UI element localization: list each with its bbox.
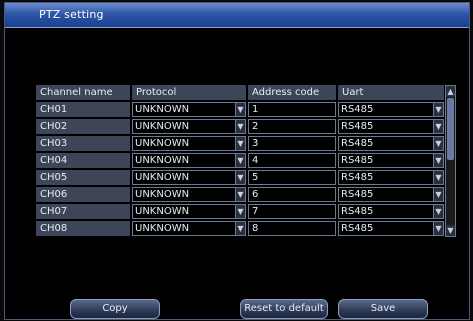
header-address-code: Address code <box>248 85 336 100</box>
protocol-select[interactable]: UNKNOWN ▼ <box>132 221 246 236</box>
scroll-thumb[interactable] <box>447 98 454 160</box>
table-row: CH03 UNKNOWN ▼ 3 RS485 ▼ <box>36 136 456 153</box>
chevron-down-icon[interactable]: ▼ <box>235 221 246 236</box>
uart-value: RS485 <box>341 121 374 132</box>
protocol-select[interactable]: UNKNOWN ▼ <box>132 119 246 134</box>
uart-select[interactable]: RS485 ▼ <box>338 170 444 185</box>
header-channel-name: Channel name <box>36 85 130 100</box>
chevron-down-icon[interactable]: ▼ <box>433 136 444 151</box>
protocol-select[interactable]: UNKNOWN ▼ <box>132 102 246 117</box>
channel-name-cell: CH04 <box>36 153 130 168</box>
uart-value: RS485 <box>341 172 374 183</box>
chevron-down-icon[interactable]: ▼ <box>235 102 246 117</box>
channel-name-cell: CH01 <box>36 102 130 117</box>
address-code-input[interactable]: 6 <box>248 187 336 202</box>
protocol-value: UNKNOWN <box>135 121 190 132</box>
protocol-select[interactable]: UNKNOWN ▼ <box>132 204 246 219</box>
chevron-down-icon[interactable]: ▼ <box>433 119 444 134</box>
uart-value: RS485 <box>341 223 374 234</box>
reset-to-default-button[interactable]: Reset to default <box>240 299 328 319</box>
channel-name-cell: CH08 <box>36 221 130 236</box>
table-row: CH07 UNKNOWN ▼ 7 RS485 ▼ <box>36 204 456 221</box>
address-code-input[interactable]: 3 <box>248 136 336 151</box>
table-scrollbar[interactable]: ▲ ▼ <box>445 85 456 237</box>
chevron-down-icon[interactable]: ▼ <box>433 221 444 236</box>
chevron-down-icon[interactable]: ▼ <box>433 204 444 219</box>
channel-name-cell: CH07 <box>36 204 130 219</box>
channel-name-cell: CH03 <box>36 136 130 151</box>
uart-value: RS485 <box>341 104 374 115</box>
chevron-down-icon[interactable]: ▼ <box>235 119 246 134</box>
uart-value: RS485 <box>341 189 374 200</box>
header-protocol: Protocol <box>132 85 246 100</box>
uart-select[interactable]: RS485 ▼ <box>338 119 444 134</box>
protocol-value: UNKNOWN <box>135 223 190 234</box>
protocol-value: UNKNOWN <box>135 138 190 149</box>
save-button[interactable]: Save <box>338 299 428 319</box>
protocol-value: UNKNOWN <box>135 172 190 183</box>
uart-select[interactable]: RS485 ▼ <box>338 221 444 236</box>
scroll-up-icon[interactable]: ▲ <box>446 86 455 97</box>
chevron-down-icon[interactable]: ▼ <box>433 187 444 202</box>
protocol-value: UNKNOWN <box>135 206 190 217</box>
channel-name-cell: CH05 <box>36 170 130 185</box>
uart-select[interactable]: RS485 ▼ <box>338 102 444 117</box>
table-row: CH01 UNKNOWN ▼ 1 RS485 ▼ <box>36 102 456 119</box>
uart-select[interactable]: RS485 ▼ <box>338 153 444 168</box>
chevron-down-icon[interactable]: ▼ <box>433 170 444 185</box>
chevron-down-icon[interactable]: ▼ <box>235 204 246 219</box>
uart-value: RS485 <box>341 155 374 166</box>
uart-select[interactable]: RS485 ▼ <box>338 204 444 219</box>
protocol-select[interactable]: UNKNOWN ▼ <box>132 170 246 185</box>
protocol-value: UNKNOWN <box>135 155 190 166</box>
chevron-down-icon[interactable]: ▼ <box>433 153 444 168</box>
protocol-select[interactable]: UNKNOWN ▼ <box>132 136 246 151</box>
title-bar: PTZ setting <box>5 3 469 28</box>
chevron-down-icon[interactable]: ▼ <box>235 187 246 202</box>
chevron-down-icon[interactable]: ▼ <box>235 153 246 168</box>
address-code-input[interactable]: 7 <box>248 204 336 219</box>
header-uart: Uart <box>338 85 444 100</box>
address-code-input[interactable]: 1 <box>248 102 336 117</box>
uart-select[interactable]: RS485 ▼ <box>338 187 444 202</box>
table-row: CH06 UNKNOWN ▼ 6 RS485 ▼ <box>36 187 456 204</box>
chevron-down-icon[interactable]: ▼ <box>235 136 246 151</box>
protocol-select[interactable]: UNKNOWN ▼ <box>132 153 246 168</box>
address-code-input[interactable]: 8 <box>248 221 336 236</box>
chevron-down-icon[interactable]: ▼ <box>235 170 246 185</box>
address-code-input[interactable]: 4 <box>248 153 336 168</box>
copy-button[interactable]: Copy <box>70 299 160 319</box>
window-title: PTZ setting <box>39 8 104 21</box>
scroll-down-icon[interactable]: ▼ <box>446 225 455 236</box>
uart-value: RS485 <box>341 206 374 217</box>
table-row: CH02 UNKNOWN ▼ 2 RS485 ▼ <box>36 119 456 136</box>
chevron-down-icon[interactable]: ▼ <box>433 102 444 117</box>
table-row: CH08 UNKNOWN ▼ 8 RS485 ▼ <box>36 221 456 238</box>
protocol-value: UNKNOWN <box>135 104 190 115</box>
protocol-select[interactable]: UNKNOWN ▼ <box>132 187 246 202</box>
uart-select[interactable]: RS485 ▼ <box>338 136 444 151</box>
table-row: CH04 UNKNOWN ▼ 4 RS485 ▼ <box>36 153 456 170</box>
address-code-input[interactable]: 2 <box>248 119 336 134</box>
protocol-value: UNKNOWN <box>135 189 190 200</box>
table-row: CH05 UNKNOWN ▼ 5 RS485 ▼ <box>36 170 456 187</box>
channel-name-cell: CH06 <box>36 187 130 202</box>
address-code-input[interactable]: 5 <box>248 170 336 185</box>
uart-value: RS485 <box>341 138 374 149</box>
channel-name-cell: CH02 <box>36 119 130 134</box>
